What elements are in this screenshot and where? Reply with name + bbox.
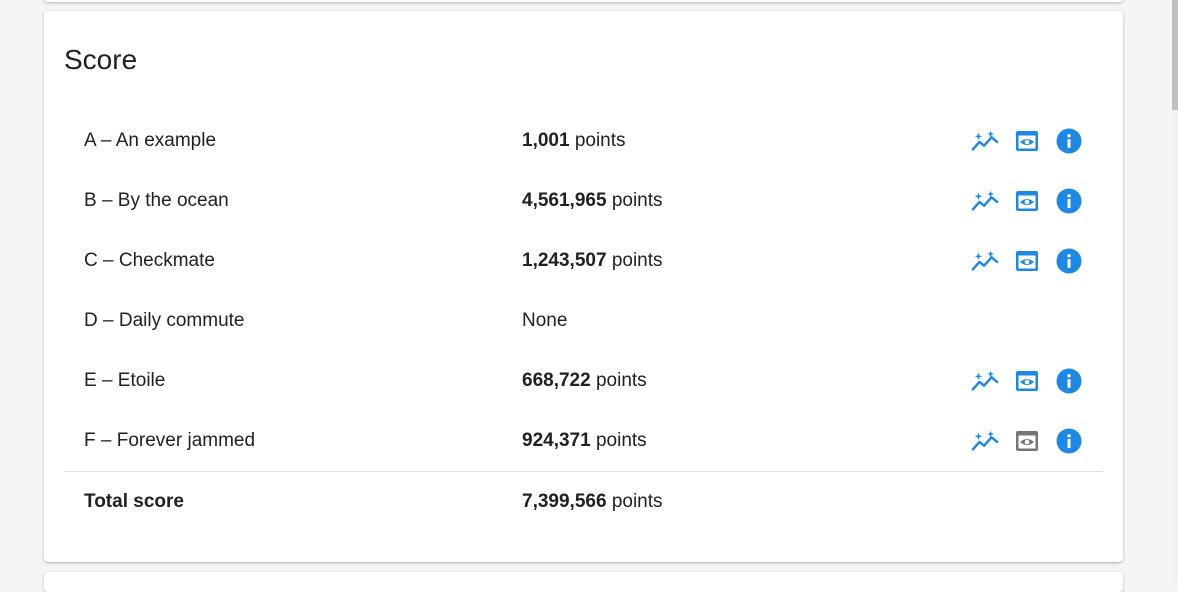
info-icon[interactable]	[1055, 427, 1083, 455]
auto-graph-icon[interactable]	[971, 127, 999, 155]
total-row: Total score 7,399,566 points	[64, 472, 1103, 532]
row-actions	[971, 427, 1083, 455]
task-score-unit: points	[595, 370, 647, 391]
task-name: C – Checkmate	[84, 250, 215, 271]
page-scrollbar[interactable]	[1172, 0, 1178, 578]
preview-icon[interactable]	[1013, 127, 1041, 155]
row-actions	[971, 127, 1083, 155]
auto-graph-icon[interactable]	[971, 187, 999, 215]
score-card: Score A – An example 1,001 points B – By t…	[44, 11, 1123, 562]
score-row: A – An example 1,001 points	[64, 111, 1103, 171]
task-score-unit: points	[595, 430, 647, 451]
task-score: 924,371 points	[522, 430, 647, 452]
task-score: 668,722 points	[522, 370, 647, 392]
task-name: A – An example	[84, 130, 217, 151]
auto-graph-icon[interactable]	[971, 427, 999, 455]
preview-icon[interactable]	[1013, 247, 1041, 275]
task-score-value: 1,001	[522, 130, 570, 151]
info-icon[interactable]	[1055, 187, 1083, 215]
preview-icon[interactable]	[1013, 187, 1041, 215]
task-name: B – By the ocean	[84, 190, 229, 211]
preview-icon[interactable]	[1013, 427, 1041, 455]
task-score-unit: points	[611, 250, 663, 271]
task-name: F – Forever jammed	[84, 430, 256, 451]
auto-graph-icon[interactable]	[971, 367, 999, 395]
score-row: D – Daily commute None	[64, 291, 1103, 351]
score-list: A – An example 1,001 points B – By the oce…	[64, 111, 1103, 532]
row-actions	[971, 367, 1083, 395]
next-card	[44, 572, 1123, 592]
task-score: 1,243,507 points	[522, 250, 663, 272]
info-icon[interactable]	[1055, 247, 1083, 275]
total-score: 7,399,566 points	[522, 491, 663, 513]
task-score-unit: points	[574, 130, 626, 151]
total-label: Total score	[84, 491, 184, 512]
info-icon[interactable]	[1055, 127, 1083, 155]
previous-card	[44, 0, 1123, 2]
info-icon[interactable]	[1055, 367, 1083, 395]
task-score: None	[522, 310, 567, 332]
task-score-unit: points	[611, 190, 663, 211]
task-score-value: 4,561,965	[522, 190, 607, 211]
total-score-value: 7,399,566	[522, 491, 607, 512]
scrollbar-thumb[interactable]	[1172, 0, 1178, 110]
task-name: D – Daily commute	[84, 310, 245, 331]
task-score-value: 668,722	[522, 370, 591, 391]
score-row: B – By the ocean 4,561,965 points	[64, 171, 1103, 231]
task-score-value: 924,371	[522, 430, 591, 451]
score-row: E – Etoile 668,722 points	[64, 351, 1103, 411]
task-score-value: 1,243,507	[522, 250, 607, 271]
card-title: Score	[64, 44, 138, 75]
task-score-unit: None	[522, 310, 568, 331]
row-actions	[971, 247, 1083, 275]
row-actions	[971, 187, 1083, 215]
auto-graph-icon[interactable]	[971, 247, 999, 275]
task-score: 1,001 points	[522, 130, 626, 152]
task-name: E – Etoile	[84, 370, 166, 391]
score-row: C – Checkmate 1,243,507 points	[64, 231, 1103, 291]
preview-icon[interactable]	[1013, 367, 1041, 395]
total-score-unit: points	[611, 491, 663, 512]
task-score: 4,561,965 points	[522, 190, 663, 212]
score-row: F – Forever jammed 924,371 points	[64, 411, 1103, 471]
